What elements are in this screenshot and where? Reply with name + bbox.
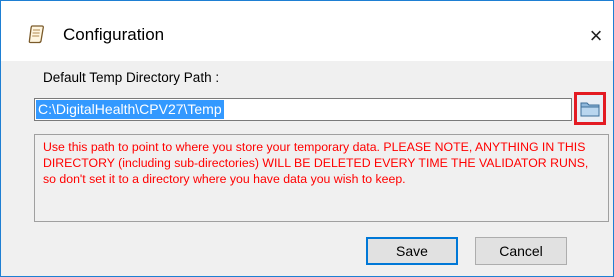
- warning-message: Use this path to point to where you stor…: [43, 140, 589, 186]
- temp-path-value: C:\DigitalHealth\CPV27\Temp: [36, 100, 224, 119]
- save-button[interactable]: Save: [366, 237, 458, 265]
- document-icon: [27, 24, 47, 44]
- close-icon: ×: [589, 23, 603, 48]
- temp-path-input[interactable]: C:\DigitalHealth\CPV27\Temp: [34, 98, 572, 121]
- cancel-button[interactable]: Cancel: [475, 237, 567, 265]
- browse-folder-button[interactable]: [574, 92, 606, 125]
- close-button[interactable]: ×: [579, 19, 613, 53]
- window-title: Configuration: [63, 25, 165, 44]
- warning-panel: Use this path to point to where you stor…: [34, 134, 609, 222]
- temp-path-label: Default Temp Directory Path :: [43, 70, 220, 85]
- configuration-dialog: Configuration × Default Temp Directory P…: [0, 0, 614, 277]
- title-bar[interactable]: Configuration ×: [1, 1, 613, 61]
